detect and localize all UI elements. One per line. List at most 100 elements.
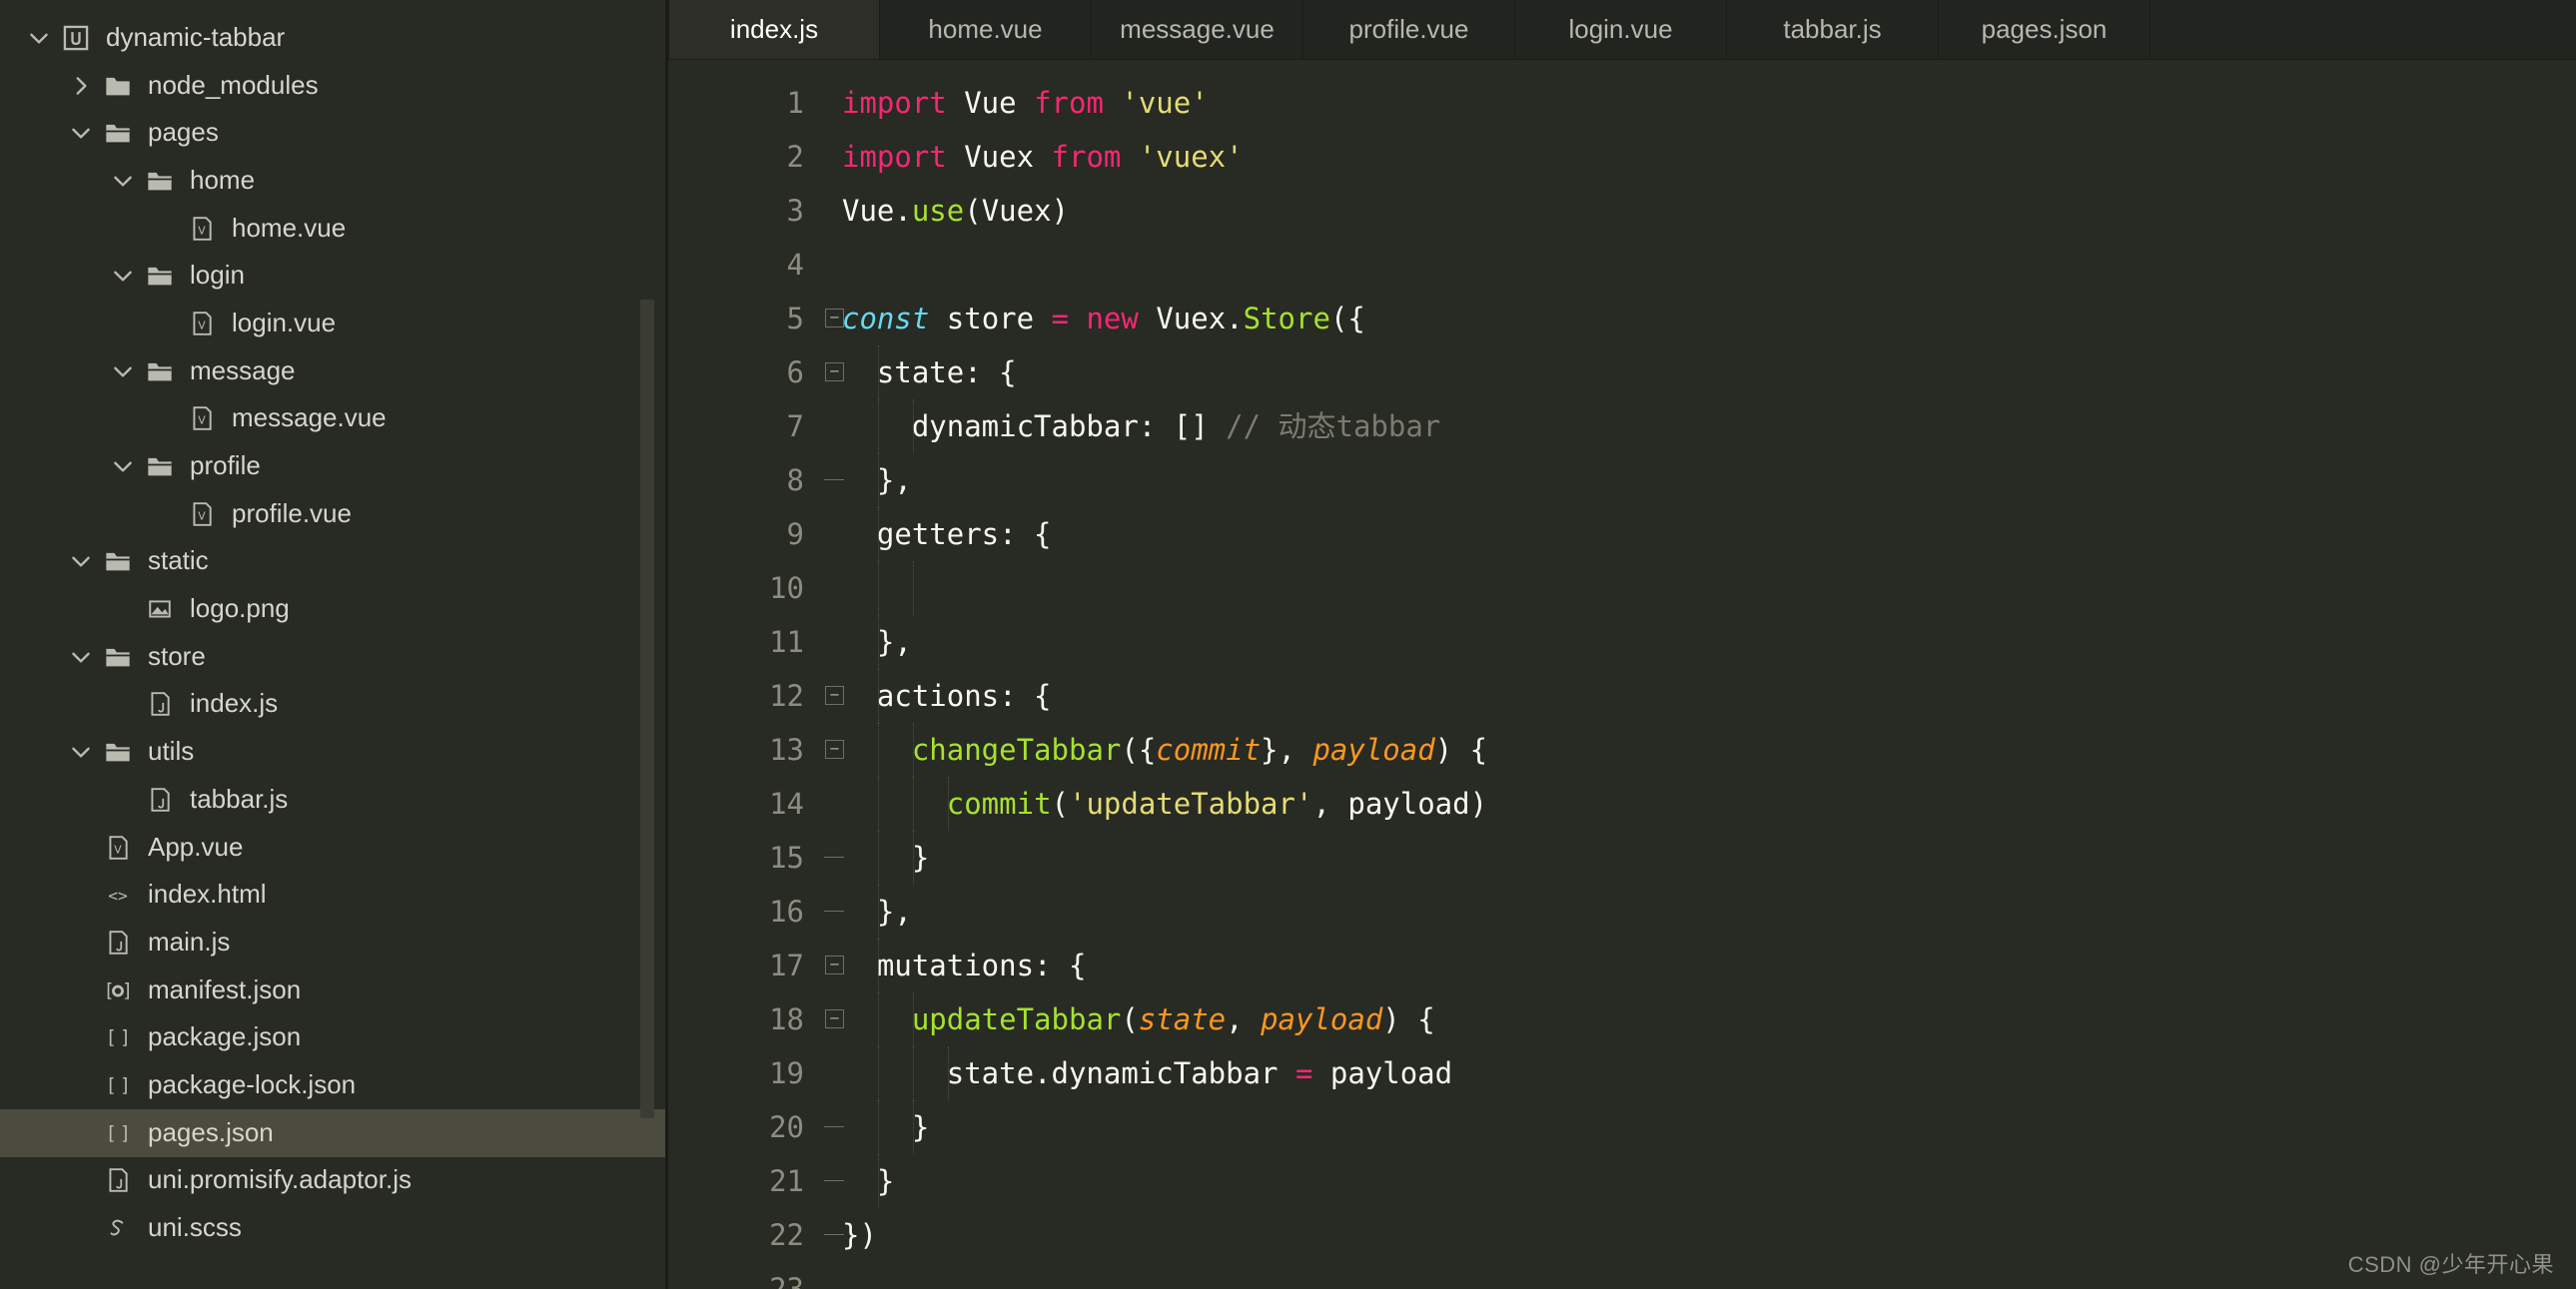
code-line[interactable]: const store = new Vuex.Store({: [842, 292, 2576, 345]
line-number-gutter: 1 2 3 4 5−6−7 8 9 10 11 12−13−14 15 16 17−18−19 20 21 2…: [668, 60, 844, 1289]
code-line[interactable]: [842, 561, 2576, 615]
tree-item-profile-vue[interactable]: Vprofile.vue: [0, 490, 668, 538]
code-content[interactable]: import Vue from 'vue' import Vuex from 'v…: [818, 60, 2576, 1289]
tree-item-label: profile: [190, 450, 261, 481]
code-line[interactable]: }): [842, 1208, 2576, 1262]
chevron-down-icon[interactable]: [64, 640, 98, 674]
editor-tab-home-vue[interactable]: home.vue: [880, 0, 1092, 59]
code-line[interactable]: [842, 238, 2576, 292]
code-line[interactable]: dynamicTabbar: [] // 动态tabbar: [842, 399, 2576, 453]
indent-guide: [878, 615, 879, 669]
line-number: 5−: [668, 292, 844, 345]
tree-item-dynamic-tabbar[interactable]: dynamic-tabbar: [0, 14, 668, 62]
vue-file-icon: V: [182, 401, 222, 435]
line-number: 14: [668, 777, 818, 831]
tree-item-login-vue[interactable]: Vlogin.vue: [0, 300, 668, 347]
code-line[interactable]: import Vue from 'vue': [842, 76, 2576, 130]
tree-item-profile[interactable]: profile: [0, 442, 668, 490]
code-line[interactable]: }: [842, 1100, 2576, 1154]
chevron-right-icon[interactable]: [64, 69, 98, 103]
tree-item-manifest-json[interactable]: [] manifest.json: [0, 967, 668, 1014]
chevron-down-icon[interactable]: [22, 21, 56, 55]
chevron-down-icon[interactable]: [106, 354, 140, 388]
tree-item-pages[interactable]: pages: [0, 109, 668, 157]
chevron-down-icon[interactable]: [64, 116, 98, 150]
line-number-value: 11: [769, 625, 804, 659]
tree-item-message-vue[interactable]: Vmessage.vue: [0, 395, 668, 443]
js-file-icon: [140, 783, 180, 817]
svg-text:<>: <>: [108, 887, 128, 906]
line-number-value: 22: [769, 1218, 804, 1252]
code-line[interactable]: updateTabbar(state, payload) {: [842, 992, 2576, 1046]
tree-item-node-modules[interactable]: node_modules: [0, 62, 668, 110]
tree-item-uni-scss[interactable]: uni.scss: [0, 1204, 668, 1252]
tree-item-main-js[interactable]: main.js: [0, 919, 668, 967]
tree-item-package-json[interactable]: [ ] package.json: [0, 1013, 668, 1061]
tree-item-home-vue[interactable]: Vhome.vue: [0, 205, 668, 253]
project-explorer-sidebar[interactable]: dynamic-tabbar node_modules pages home Vhome…: [0, 0, 668, 1289]
tree-item-label: login.vue: [232, 307, 337, 337]
tree-item-static[interactable]: static: [0, 538, 668, 586]
code-line[interactable]: getters: {: [842, 507, 2576, 561]
tree-item-logo-png[interactable]: logo.png: [0, 585, 668, 633]
tree-item-label: profile.vue: [232, 497, 352, 528]
tree-item-app-vue[interactable]: V App.vue: [0, 824, 668, 872]
code-line[interactable]: actions: {: [842, 669, 2576, 723]
code-token: (Vuex): [964, 194, 1069, 228]
tree-item-tabbar-js[interactable]: tabbar.js: [0, 776, 668, 824]
line-number-value: 5: [786, 302, 804, 335]
editor-tabbar[interactable]: index.js home.vue message.vue profile.vue lo…: [668, 0, 2576, 60]
chevron-down-icon[interactable]: [106, 164, 140, 198]
code-line[interactable]: commit('updateTabbar', payload): [842, 777, 2576, 831]
chevron-down-icon[interactable]: [106, 449, 140, 483]
code-line[interactable]: }: [842, 1154, 2576, 1208]
editor-tab-profile-vue[interactable]: profile.vue: [1303, 0, 1515, 59]
code-line[interactable]: [842, 1262, 2576, 1289]
tree-item-message[interactable]: message: [0, 347, 668, 395]
line-number: 15: [668, 831, 844, 885]
editor-tab-index-js[interactable]: index.js: [668, 0, 880, 59]
indent-guide: [878, 723, 879, 777]
line-number: 20: [668, 1100, 844, 1154]
tree-item-store[interactable]: store: [0, 633, 668, 681]
code-line[interactable]: mutations: {: [842, 939, 2576, 992]
tree-item-index-js[interactable]: index.js: [0, 681, 668, 729]
tree-item-index-html[interactable]: <> index.html: [0, 871, 668, 919]
code-line[interactable]: },: [842, 885, 2576, 939]
indent-guide: [913, 831, 914, 885]
line-number-value: 17: [769, 949, 804, 982]
tree-item-label: home.vue: [232, 212, 347, 243]
chevron-down-icon[interactable]: [106, 259, 140, 293]
code-line[interactable]: import Vuex from 'vuex': [842, 130, 2576, 184]
code-line[interactable]: },: [842, 615, 2576, 669]
code-line[interactable]: },: [842, 453, 2576, 507]
svg-text:V: V: [198, 509, 206, 522]
tree-item-home[interactable]: home: [0, 157, 668, 205]
folder-closed-icon: [98, 69, 138, 103]
tree-item-pages-json[interactable]: [ ] pages.json: [0, 1108, 668, 1157]
code-line[interactable]: Vue.use(Vuex): [842, 184, 2576, 238]
code-line[interactable]: }: [842, 831, 2576, 885]
file-tree[interactable]: dynamic-tabbar node_modules pages home Vhome…: [0, 0, 668, 1252]
code-token: state.dynamicTabbar: [842, 1056, 1295, 1090]
tree-item-utils[interactable]: utils: [0, 728, 668, 776]
code-line[interactable]: state.dynamicTabbar = payload: [842, 1046, 2576, 1100]
chevron-down-icon[interactable]: [64, 735, 98, 769]
editor-tab-message-vue[interactable]: message.vue: [1092, 0, 1303, 59]
chevron-down-icon[interactable]: [64, 544, 98, 578]
editor-tab-tabbar-js[interactable]: tabbar.js: [1727, 0, 1939, 59]
editor-tab-pages-json[interactable]: pages.json: [1939, 0, 2150, 59]
tree-item-login[interactable]: login: [0, 252, 668, 300]
line-number: 1: [668, 76, 818, 130]
code-token: const: [842, 302, 930, 335]
sidebar-scrollbar[interactable]: [640, 300, 654, 1118]
code-line[interactable]: state: {: [842, 345, 2576, 399]
code-token: },: [842, 463, 912, 497]
svg-text:V: V: [198, 224, 206, 237]
editor-tab-login-vue[interactable]: login.vue: [1515, 0, 1727, 59]
code-area[interactable]: 1 2 3 4 5−6−7 8 9 10 11 12−13−14 15 16 17−18−19 20 21 2…: [668, 60, 2576, 1289]
tree-item-uni-promisify-adaptor-js[interactable]: uni.promisify.adaptor.js: [0, 1157, 668, 1205]
tree-item-package-lock-json[interactable]: [ ] package-lock.json: [0, 1061, 668, 1109]
code-line[interactable]: changeTabbar({commit}, payload) {: [842, 723, 2576, 777]
